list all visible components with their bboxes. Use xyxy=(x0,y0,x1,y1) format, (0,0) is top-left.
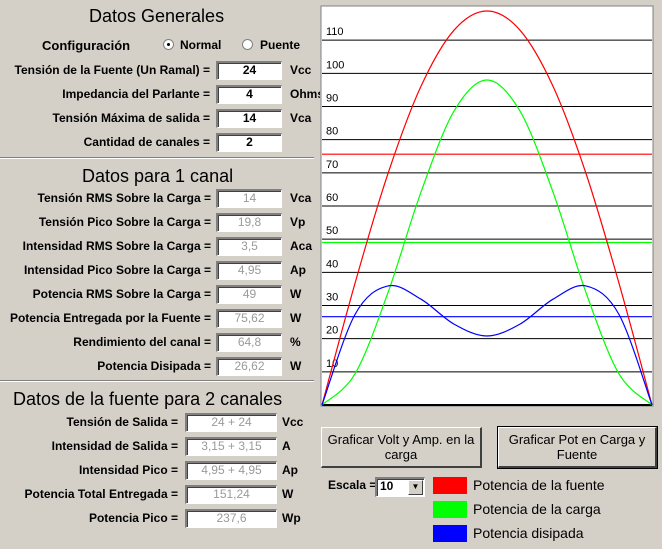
output-voltage-label: Tensión de Salida = xyxy=(66,415,178,429)
tick-label: 50 xyxy=(326,225,338,237)
tick-label: 60 xyxy=(326,192,338,204)
tick-label: 110 xyxy=(326,26,344,38)
chevron-down-icon[interactable]: ▼ xyxy=(408,480,423,495)
rms-current-field: 3,5 xyxy=(216,237,282,256)
peak-current-supply-unit: Ap xyxy=(282,463,298,477)
efficiency-field: 64,8 xyxy=(216,333,282,352)
general-title: Datos Generales xyxy=(89,6,225,26)
output-current-label: Intensidad de Salida = xyxy=(51,439,178,453)
tick-label: 100 xyxy=(326,59,344,71)
speaker-impedance-unit: Ohms xyxy=(290,87,325,101)
dissipated-power-field: 26,62 xyxy=(216,357,282,376)
legend-swatch xyxy=(433,525,467,542)
dissipated-power-label: Potencia Disipada = xyxy=(97,359,211,373)
efficiency-label: Rendimiento del canal = xyxy=(73,335,211,349)
speaker-impedance-field[interactable]: 4 xyxy=(216,85,282,104)
peak-power-unit: Wp xyxy=(282,511,301,525)
escala-value: 10 xyxy=(380,479,394,493)
rms-current-unit: Aca xyxy=(290,239,313,253)
tick-label: 80 xyxy=(326,126,338,138)
rms-power-unit: W xyxy=(290,287,302,301)
max-output-voltage-label: Tensión Máxima de salida = xyxy=(52,111,211,125)
output-voltage-unit: Vcc xyxy=(282,415,304,429)
max-output-voltage-field[interactable]: 14 xyxy=(216,109,282,128)
rms-power-field: 49 xyxy=(216,285,282,304)
output-current-unit: A xyxy=(282,439,291,453)
tick-label: 30 xyxy=(326,292,338,304)
source-voltage-unit: Vcc xyxy=(290,63,312,77)
radio-normal[interactable] xyxy=(163,39,174,50)
source-voltage-label: Tensión de la Fuente (Un Ramal) = xyxy=(14,63,210,77)
graph-power-button[interactable]: Graficar Pot en Carga y Fuente xyxy=(497,426,658,469)
legend-label: Potencia de la fuente xyxy=(473,477,605,493)
legend-label: Potencia de la carga xyxy=(473,501,601,517)
total-power-field: 151,24 xyxy=(185,485,277,504)
peak-power-label: Potencia Pico = xyxy=(88,511,178,525)
rms-voltage-label: Tensión RMS Sobre la Carga = xyxy=(37,191,211,205)
legend-swatch xyxy=(433,477,467,494)
rms-voltage-field: 14 xyxy=(216,189,282,208)
power-chart: 102030405060708090100110120 xyxy=(320,5,656,419)
output-current-field: 3,15 + 3,15 xyxy=(185,437,277,456)
graph-volt-amp-button[interactable]: Graficar Volt y Amp. en la carga xyxy=(321,427,482,468)
rms-voltage-unit: Vca xyxy=(290,191,312,205)
radio-normal-label[interactable]: Normal xyxy=(180,38,221,52)
radio-puente-label[interactable]: Puente xyxy=(260,38,300,52)
supply-power-label: Potencia Entregada por la Fuente = xyxy=(9,311,211,325)
tick-label: 90 xyxy=(326,93,338,105)
supply-power-field: 75,62 xyxy=(216,309,282,328)
output-voltage-field: 24 + 24 xyxy=(185,413,277,432)
efficiency-unit: % xyxy=(290,335,301,349)
peak-current-supply-label: Intensidad Pico = xyxy=(78,463,178,477)
config-label: Configuración xyxy=(42,38,131,53)
total-power-unit: W xyxy=(282,487,294,501)
radio-puente[interactable] xyxy=(242,39,253,50)
tick-label: 20 xyxy=(326,325,338,337)
dissipated-power-unit: W xyxy=(290,359,302,373)
escala-label: Escala = xyxy=(328,478,377,492)
channel-count-label: Cantidad de canales = xyxy=(83,135,210,149)
tick-label: 40 xyxy=(326,258,338,270)
legend-label: Potencia disipada xyxy=(473,525,584,541)
supply-power-unit: W xyxy=(290,311,302,325)
peak-voltage-field: 19,8 xyxy=(216,213,282,232)
peak-current-field: 4,95 xyxy=(216,261,282,280)
speaker-impedance-label: Impedancia del Parlante = xyxy=(62,87,210,101)
peak-voltage-unit: Vp xyxy=(290,215,306,229)
peak-voltage-label: Tensión Pico Sobre la Carga = xyxy=(38,215,211,229)
escala-select[interactable]: 10 ▼ xyxy=(375,477,425,497)
max-output-voltage-unit: Vca xyxy=(290,111,312,125)
supply-title: Datos de la fuente para 2 canales xyxy=(13,389,283,409)
total-power-label: Potencia Total Entregada = xyxy=(24,487,178,501)
peak-current-unit: Ap xyxy=(290,263,306,277)
source-voltage-field[interactable]: 24 xyxy=(216,61,282,80)
rms-power-label: Potencia RMS Sobre la Carga = xyxy=(32,287,211,301)
peak-current-supply-field: 4,95 + 4,95 xyxy=(185,461,277,480)
peak-current-label: Intensidad Pico Sobre la Carga = xyxy=(23,263,211,277)
channel-title: Datos para 1 canal xyxy=(82,166,234,186)
divider xyxy=(0,157,314,159)
rms-current-label: Intensidad RMS Sobre la Carga = xyxy=(22,239,211,253)
peak-power-field: 237,6 xyxy=(185,509,277,528)
divider xyxy=(0,380,314,382)
legend-swatch xyxy=(433,501,467,518)
channel-count-field[interactable]: 2 xyxy=(216,133,282,152)
tick-label: 70 xyxy=(326,159,338,171)
